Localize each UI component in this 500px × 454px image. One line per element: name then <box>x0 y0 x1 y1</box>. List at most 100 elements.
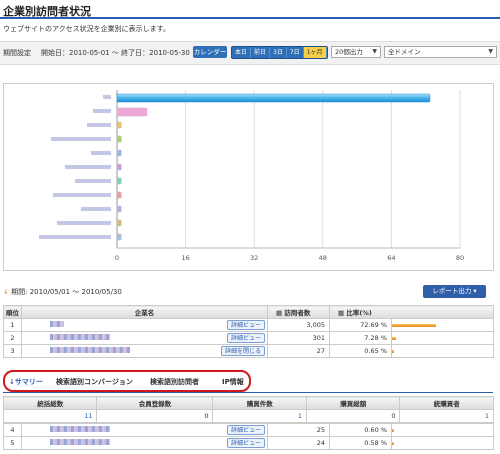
category-label-masked <box>75 179 111 183</box>
row-rank: 5 <box>3 436 22 450</box>
row-ratio-bar <box>391 318 494 332</box>
start-date: 開始日：2010-05-01 ～ 終了日：2010-05-30 <box>41 48 190 58</box>
company-name-masked <box>50 347 130 353</box>
bar <box>116 121 122 129</box>
row-rank: 1 <box>3 318 22 332</box>
col-ratio-label: 比率(%) <box>346 309 372 317</box>
ratio-bar <box>392 349 394 353</box>
tabs-divider <box>3 392 493 393</box>
company-name-masked <box>50 334 110 340</box>
bar-chart: 0 16 32 48 64 80 <box>39 90 464 262</box>
report-output-label: レポート出力 <box>432 287 472 295</box>
row-visits: 25 <box>267 423 330 437</box>
detail-view-button[interactable]: 詳細ビュー <box>226 333 265 343</box>
bar <box>116 205 122 213</box>
range-yesterday-button[interactable]: 前日 <box>251 47 271 58</box>
row-ratio: 0.58 % <box>329 436 392 450</box>
range-button-group: 本日 前日 3日 7日 1ヶ月 <box>231 46 328 59</box>
chart-panel: 0 16 32 48 64 80 <box>3 83 494 271</box>
summary-col-total: 統括総数 <box>2 396 98 410</box>
range-separator: ～ <box>111 49 119 57</box>
calendar-button[interactable]: カレンダー <box>193 46 227 58</box>
range-7days-button[interactable]: 7日 <box>286 47 304 58</box>
x-tick-label: 0 <box>115 254 119 262</box>
tab-summary[interactable]: ↓サマリー <box>9 377 43 387</box>
row-ratio: 0.60 % <box>329 423 392 437</box>
period-text: 期間: 2010/05/01 ～ 2010/05/30 <box>11 288 122 296</box>
row-rank: 3 <box>3 344 22 358</box>
category-label-masked <box>103 95 111 99</box>
tab-ip-info[interactable]: IP情報 <box>222 377 244 387</box>
detail-close-button[interactable]: 詳細を閉じる <box>220 346 265 356</box>
row-ratio: 0.65 % <box>329 344 392 358</box>
company-table: 順位 企業名 ▦ 訪問者数 ▦ 比率(%) 1 詳細ビュー 3,005 72.6… <box>3 305 494 358</box>
bar <box>116 107 148 117</box>
domain-select[interactable]: 全ドメイン ▼ <box>384 46 497 58</box>
output-count-select[interactable]: 20個出力 ▼ <box>331 46 381 58</box>
detail-view-button[interactable]: 詳細ビュー <box>226 425 265 435</box>
row-company: 詳細ビュー <box>21 423 268 437</box>
col-bar <box>391 305 494 319</box>
range-3days-button[interactable]: 3日 <box>270 47 287 58</box>
chevron-down-icon: ▾ <box>473 287 477 295</box>
output-count-value: 20個出力 <box>335 48 363 56</box>
row-ratio-bar <box>391 436 494 450</box>
start-date-value[interactable]: 2010-05-01 <box>69 49 110 57</box>
x-tick-label: 16 <box>181 254 189 262</box>
row-ratio: 7.28 % <box>329 331 392 345</box>
ratio-bar <box>392 441 394 445</box>
x-tick-label: 64 <box>387 254 395 262</box>
bar <box>116 177 122 185</box>
row-rank: 2 <box>3 331 22 345</box>
detail-view-button[interactable]: 詳細ビュー <box>226 320 265 330</box>
tab-keyword-conversion[interactable]: 検索語別コンバージョン <box>56 377 133 387</box>
period-label: 期間設定 <box>3 49 31 57</box>
row-visits: 27 <box>267 344 330 358</box>
summary-col-buyers: 統購買者 <box>399 396 494 410</box>
summary-col-members: 会員登録数 <box>96 396 214 410</box>
summary-header-row: 統括総数 会員登録数 購買件数 購買総額 統購買者 <box>2 396 494 410</box>
row-company: 詳細ビュー <box>21 436 268 450</box>
table-row: 3 詳細を閉じる 27 0.65 % <box>3 344 494 358</box>
category-label-masked <box>39 235 111 239</box>
bar <box>116 135 122 143</box>
range-1month-button[interactable]: 1ヶ月 <box>303 47 327 58</box>
row-ratio: 72.69 % <box>329 318 392 332</box>
table-row: 1 詳細ビュー 3,005 72.69 % <box>3 318 494 332</box>
report-period: ↓ 期間: 2010/05/01 ～ 2010/05/30 <box>3 287 122 297</box>
category-label-masked <box>81 207 111 211</box>
title-divider <box>0 17 500 19</box>
category-label-masked <box>53 193 111 197</box>
end-date-value[interactable]: 2010-05-30 <box>149 49 190 57</box>
row-ratio-bar <box>391 344 494 358</box>
arrow-icon: ↓ <box>3 288 9 296</box>
row-visits: 301 <box>267 331 330 345</box>
category-label-masked <box>51 137 111 141</box>
category-label-masked <box>57 221 111 225</box>
report-output-button[interactable]: レポート出力 ▾ <box>423 285 486 298</box>
summary-purchases[interactable]: 1 <box>212 409 307 423</box>
bar <box>116 93 431 103</box>
summary-table: 統括総数 会員登録数 購買件数 購買総額 統購買者 11 0 1 0 1 <box>2 396 494 423</box>
range-today-button[interactable]: 本日 <box>232 47 252 58</box>
chevron-down-icon: ▼ <box>488 48 493 55</box>
ratio-bar <box>392 428 394 432</box>
row-ratio-bar <box>391 423 494 437</box>
chart-icon: ▦ <box>276 309 283 317</box>
summary-total[interactable]: 11 <box>2 409 98 423</box>
detail-view-button[interactable]: 詳細ビュー <box>226 438 265 448</box>
table-header-row: 順位 企業名 ▦ 訪問者数 ▦ 比率(%) <box>3 305 494 319</box>
bar <box>116 191 122 199</box>
bar <box>116 163 122 171</box>
summary-buyers[interactable]: 1 <box>399 409 494 423</box>
col-ratio: ▦ 比率(%) <box>329 305 392 319</box>
table-row: 2 詳細ビュー 301 7.28 % <box>3 331 494 345</box>
company-table-continued: 4 詳細ビュー 25 0.60 % 5 詳細ビュー 24 0.58 % <box>3 423 494 450</box>
tab-summary-label: サマリー <box>14 378 43 386</box>
row-company: 詳細を閉じる <box>21 344 268 358</box>
company-name-masked <box>50 439 110 445</box>
bar <box>116 233 122 241</box>
row-rank: 4 <box>3 423 22 437</box>
bar <box>116 149 122 157</box>
tab-keyword-visitors[interactable]: 検索語別訪問者 <box>150 377 199 387</box>
